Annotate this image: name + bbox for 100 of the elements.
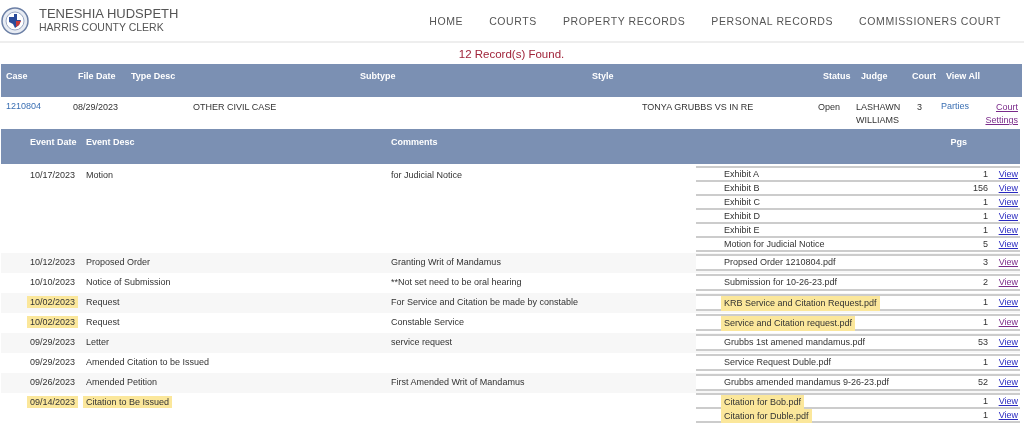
view-link[interactable]: View xyxy=(998,336,1020,349)
comment-text: Granting Writ of Mandamus xyxy=(391,257,501,267)
column-header: Status xyxy=(822,70,852,83)
page-count: 1 xyxy=(982,196,988,208)
event-date: 09/29/2023 xyxy=(30,337,76,347)
document-name: Citation for Bob.pdf xyxy=(721,395,805,409)
document-name: Service and Citation request.pdf xyxy=(721,316,856,331)
document-name: Propsed Order 1210804.pdf xyxy=(724,256,837,269)
view-link[interactable]: View xyxy=(998,182,1020,194)
column-header: Event Desc xyxy=(86,136,136,149)
column-header: Court xyxy=(911,70,937,83)
page-count: 1 xyxy=(982,395,988,408)
event-description: Citation to Be Issued xyxy=(83,396,173,408)
page-count: 5 xyxy=(982,238,988,250)
column-header: File Date xyxy=(77,70,117,83)
page-count: 1 xyxy=(982,168,988,180)
nav-link[interactable]: COURTS xyxy=(476,14,550,27)
document-name: Service Request Duble.pdf xyxy=(724,356,833,369)
event-date: 09/14/2023 xyxy=(27,396,79,408)
event-date: 09/29/2023 xyxy=(30,357,76,367)
event-date: 10/02/2023 xyxy=(27,316,79,328)
page-count: 52 xyxy=(977,376,988,389)
page-count: 2 xyxy=(982,276,988,289)
view-link[interactable]: View xyxy=(998,409,1020,423)
page-count: 53 xyxy=(977,336,988,349)
page-count: 1 xyxy=(982,210,988,222)
table-cell: LASHAWN WILLIAMS xyxy=(856,102,901,125)
nav-link[interactable]: PROPERTY RECORDS xyxy=(549,14,699,27)
view-link[interactable]: View xyxy=(998,196,1020,208)
page-count: 1 xyxy=(982,316,988,329)
view-link[interactable]: View xyxy=(998,238,1020,250)
parties-link[interactable]: Parties xyxy=(941,101,969,111)
comment-text: **Not set need to be oral hearing xyxy=(391,277,522,287)
event-description: Letter xyxy=(86,337,109,347)
column-header: Style xyxy=(591,70,615,83)
document-name: Submission for 10-26-23.pdf xyxy=(724,276,839,289)
document-name: Citation for Duble.pdf xyxy=(721,409,812,423)
column-header: View All xyxy=(945,70,980,83)
table-cell: TONYA GRUBBS VS IN RE xyxy=(642,102,754,112)
page-count: 3 xyxy=(982,256,988,269)
document-name: KRB Service and Citation Request.pdf xyxy=(721,296,880,311)
court-settings-link[interactable]: Court Settings xyxy=(980,101,1018,127)
document-name: Exhibit C xyxy=(724,196,761,208)
view-link[interactable]: View xyxy=(998,168,1020,180)
comment-text: First Amended Writ of Mandamus xyxy=(391,377,525,387)
seal-icon xyxy=(1,6,29,35)
view-link[interactable]: View xyxy=(998,316,1020,331)
column-header: Pgs xyxy=(950,136,967,149)
comment-text: for Judicial Notice xyxy=(391,170,463,180)
document-name: Grubbs 1st amened mandamus.pdf xyxy=(724,336,867,349)
page-count: 1 xyxy=(982,296,988,309)
event-description: Notice of Submission xyxy=(86,277,171,287)
event-date: 09/26/2023 xyxy=(30,377,76,387)
nav-link[interactable]: COMMISSIONERS COURT xyxy=(846,14,1014,27)
column-header: Type Desc xyxy=(130,70,177,83)
view-link[interactable]: View xyxy=(998,210,1020,222)
page-count: 1 xyxy=(982,224,988,236)
site-title: TENESHIA HUDSPETH xyxy=(39,7,179,21)
column-header: Case xyxy=(5,70,29,83)
event-description: Motion xyxy=(86,170,113,180)
table-cell: 3 xyxy=(917,102,922,112)
document-name: Motion for Judicial Notice xyxy=(724,238,826,250)
event-description: Amended Citation to be Issued xyxy=(86,357,210,367)
page-count: 1 xyxy=(982,409,988,422)
event-description: Request xyxy=(86,297,120,307)
column-header: Judge xyxy=(860,70,889,83)
document-name: Exhibit D xyxy=(724,210,761,222)
view-link[interactable]: View xyxy=(998,395,1020,409)
view-link[interactable]: View xyxy=(998,256,1020,269)
view-link[interactable]: View xyxy=(998,224,1020,236)
column-header: Event Date xyxy=(30,136,78,149)
record-count: 12 Record(s) Found. xyxy=(458,48,565,60)
comment-text: For Service and Citation be made by constable xyxy=(391,297,579,307)
table-cell: 08/29/2023 xyxy=(73,102,119,112)
column-header: Comments xyxy=(391,136,439,149)
document-name: Grubbs amended mandamus 9-26-23.pdf xyxy=(724,376,891,389)
page-count: 156 xyxy=(971,182,988,194)
nav-link[interactable]: PERSONAL RECORDS xyxy=(698,14,847,27)
event-date: 10/17/2023 xyxy=(30,170,76,180)
document-name: Exhibit E xyxy=(724,224,761,236)
view-link[interactable]: View xyxy=(998,356,1020,369)
case-number-link[interactable]: 1210804 xyxy=(1,101,42,111)
column-header: Subtype xyxy=(359,70,397,83)
comment-text: Constable Service xyxy=(391,317,465,327)
document-name: Exhibit B xyxy=(724,182,761,194)
document-name: Exhibit A xyxy=(724,168,761,180)
event-date: 10/12/2023 xyxy=(30,257,76,267)
site-subtitle: HARRIS COUNTY CLERK xyxy=(39,21,165,34)
event-date: 10/02/2023 xyxy=(27,296,79,308)
nav-link[interactable]: HOME xyxy=(416,14,477,27)
view-link[interactable]: View xyxy=(998,296,1020,311)
view-link[interactable]: View xyxy=(998,276,1020,289)
event-description: Request xyxy=(86,317,120,327)
comment-text: service request xyxy=(391,337,453,347)
event-date: 10/10/2023 xyxy=(30,277,76,287)
table-cell: Open xyxy=(818,102,841,112)
view-link[interactable]: View xyxy=(998,376,1020,389)
table-cell: OTHER CIVIL CASE xyxy=(193,102,277,112)
event-description: Proposed Order xyxy=(86,257,151,267)
page-count: 1 xyxy=(982,356,988,369)
